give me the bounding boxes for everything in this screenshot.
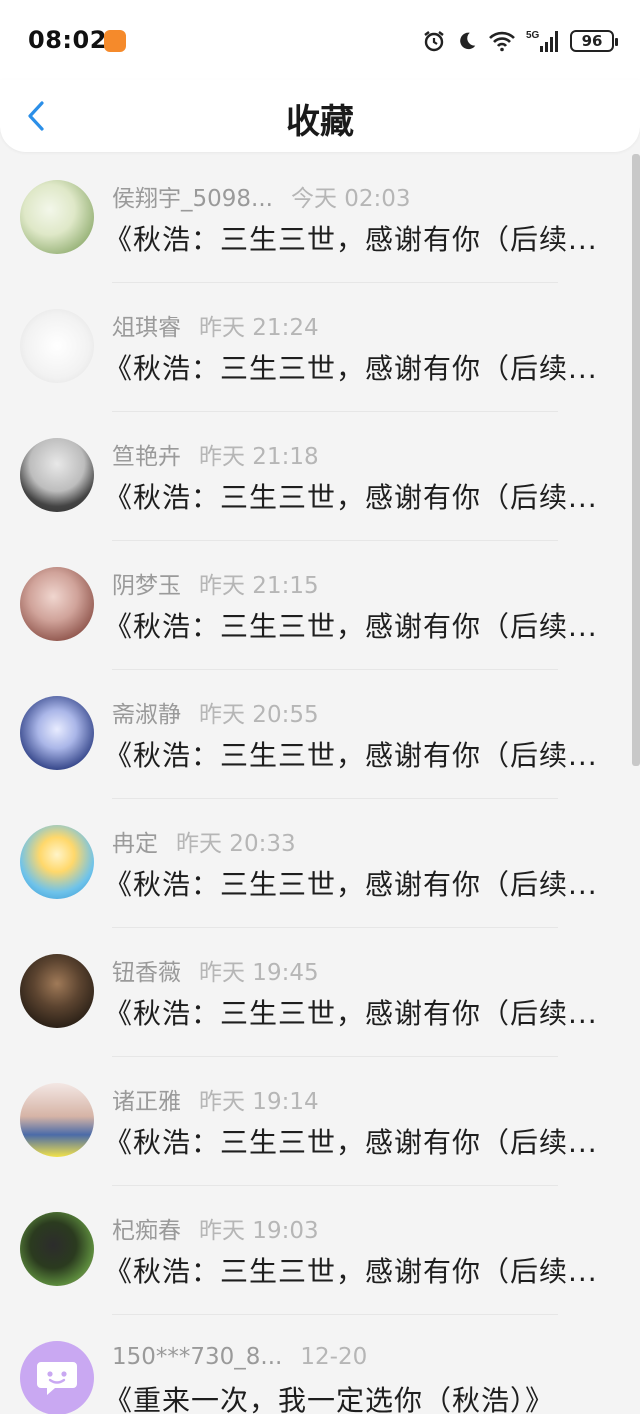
- user-name: 杞痴春: [112, 1218, 181, 1244]
- user-name: 冉定: [112, 831, 158, 857]
- avatar: [20, 1083, 94, 1157]
- post-title: 《秋浩：三生三世，感谢有你（后续...: [104, 352, 598, 385]
- scrollbar[interactable]: [632, 154, 640, 766]
- status-bar: 08:02 5G 96: [0, 0, 640, 80]
- timestamp: 12-20: [300, 1344, 368, 1370]
- post-title: 《秋浩：三生三世，感谢有你（后续...: [104, 223, 598, 256]
- user-name: 钮香薇: [112, 960, 181, 986]
- post-title: 《秋浩：三生三世，感谢有你（后续...: [104, 610, 598, 643]
- timestamp: 昨天 21:15: [199, 573, 319, 599]
- timestamp: 昨天 19:14: [199, 1089, 319, 1115]
- header: 收藏: [0, 80, 640, 152]
- list-item[interactable]: 诸正雅 昨天 19:14 《秋浩：三生三世，感谢有你（后续...: [0, 1057, 630, 1186]
- timestamp: 昨天 20:55: [199, 702, 319, 728]
- list-item[interactable]: 斋淑静 昨天 20:55 《秋浩：三生三世，感谢有你（后续...: [0, 670, 630, 799]
- list-item[interactable]: 俎琪睿 昨天 21:24 《秋浩：三生三世，感谢有你（后续...: [0, 283, 630, 412]
- timestamp: 今天 02:03: [290, 186, 411, 212]
- timestamp: 昨天 21:18: [199, 444, 319, 470]
- signal-icon: 5G: [526, 30, 558, 52]
- list-item[interactable]: 杞痴春 昨天 19:03 《秋浩：三生三世，感谢有你（后续...: [0, 1186, 630, 1315]
- avatar: [20, 954, 94, 1028]
- status-time: 08:02: [28, 26, 107, 54]
- post-title: 《秋浩：三生三世，感谢有你（后续...: [104, 997, 598, 1030]
- user-name: 诸正雅: [112, 1089, 181, 1115]
- user-name: 150***730_8...: [112, 1344, 283, 1370]
- post-title: 《秋浩：三生三世，感谢有你（后续...: [104, 868, 598, 901]
- status-icons: 5G 96: [422, 26, 618, 56]
- avatar: [20, 1212, 94, 1286]
- list-item[interactable]: 冉定 昨天 20:33 《秋浩：三生三世，感谢有你（后续...: [0, 799, 630, 928]
- list-item[interactable]: 侯翔宇_5098... 今天 02:03 《秋浩：三生三世，感谢有你（后续...: [0, 154, 630, 283]
- avatar: [20, 696, 94, 770]
- timestamp: 昨天 21:24: [199, 315, 319, 341]
- timestamp: 昨天 19:03: [199, 1218, 319, 1244]
- post-title: 《重来一次，我一定选你（秋浩）》: [104, 1384, 555, 1414]
- user-name: 阴梦玉: [112, 573, 181, 599]
- battery-icon: 96: [570, 30, 618, 52]
- wifi-icon: [489, 31, 515, 52]
- avatar: [20, 438, 94, 512]
- svg-text:5G: 5G: [526, 30, 540, 41]
- post-title: 《秋浩：三生三世，感谢有你（后续...: [104, 1126, 598, 1159]
- list-item[interactable]: 阴梦玉 昨天 21:15 《秋浩：三生三世，感谢有你（后续...: [0, 541, 630, 670]
- post-title: 《秋浩：三生三世，感谢有你（后续...: [104, 481, 598, 514]
- user-name: 斋淑静: [112, 702, 181, 728]
- avatar: [20, 567, 94, 641]
- post-title: 《秋浩：三生三世，感谢有你（后续...: [104, 739, 598, 772]
- list-item[interactable]: 150***730_8... 12-20 《重来一次，我一定选你（秋浩）》: [0, 1315, 630, 1414]
- list-item[interactable]: 钮香薇 昨天 19:45 《秋浩：三生三世，感谢有你（后续...: [0, 928, 630, 1057]
- avatar: [20, 309, 94, 383]
- alarm-icon: [424, 31, 444, 52]
- chat-bubble-icon: [37, 1362, 77, 1395]
- timestamp: 昨天 19:45: [199, 960, 319, 986]
- avatar: [20, 180, 94, 254]
- avatar: [20, 825, 94, 899]
- moon-icon: [460, 32, 476, 50]
- user-name: 俎琪睿: [112, 315, 181, 341]
- list-item[interactable]: 笪艳卉 昨天 21:18 《秋浩：三生三世，感谢有你（后续...: [0, 412, 630, 541]
- favorites-list: 侯翔宇_5098... 今天 02:03 《秋浩：三生三世，感谢有你（后续... …: [0, 154, 630, 1414]
- user-name: 侯翔宇_5098...: [112, 186, 273, 212]
- avatar: [20, 1341, 94, 1414]
- app-notification-icon: [104, 30, 126, 52]
- post-title: 《秋浩：三生三世，感谢有你（后续...: [104, 1255, 598, 1288]
- user-name: 笪艳卉: [112, 444, 181, 470]
- timestamp: 昨天 20:33: [176, 831, 296, 857]
- page-title: 收藏: [286, 102, 354, 142]
